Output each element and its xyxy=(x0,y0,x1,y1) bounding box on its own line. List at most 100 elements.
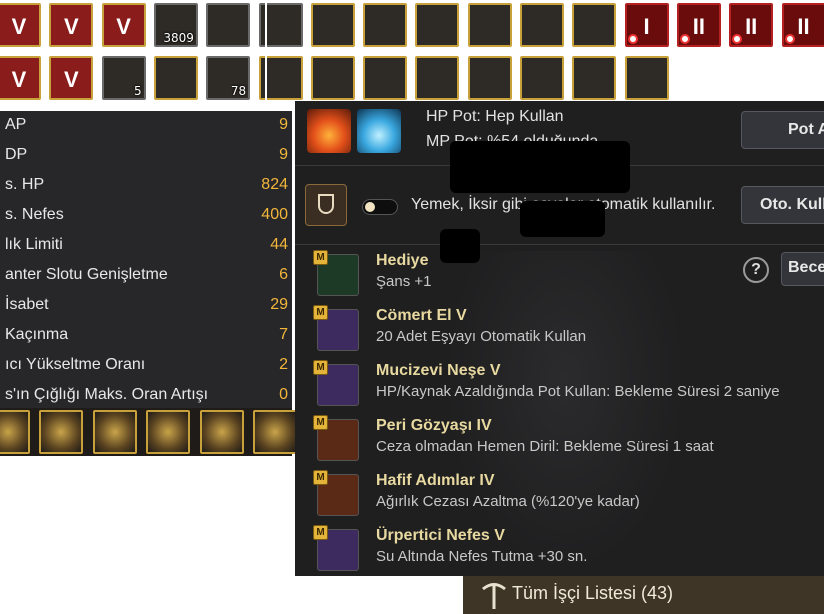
skill-description: Şans +1 xyxy=(376,273,432,290)
equipment-slot[interactable] xyxy=(253,410,297,454)
stat-label: DP xyxy=(5,146,28,163)
worker-list-label: Tüm İşçi Listesi (43) xyxy=(512,583,674,603)
stat-label: ıcı Yükseltme Oranı xyxy=(5,356,146,373)
stat-row: Kaçınma 7 xyxy=(0,322,292,352)
stat-label: s. HP xyxy=(5,176,45,193)
no-entry-icon xyxy=(627,34,638,44)
stat-label: lık Limiti xyxy=(5,236,63,253)
box-icon-6[interactable] xyxy=(520,56,564,100)
stat-value: 0 xyxy=(279,386,288,403)
auto-use-toggle[interactable] xyxy=(362,199,398,215)
stat-row: DP 9 xyxy=(0,142,292,172)
equipment-slot[interactable] xyxy=(146,410,191,454)
no-entry-icon xyxy=(784,34,795,44)
stat-value: 6 xyxy=(279,266,288,283)
v-sword-scroll-icon[interactable]: V xyxy=(101,3,146,47)
inventory-divider xyxy=(265,0,267,103)
arrow-up-potion-icon-2[interactable]: V xyxy=(49,3,94,47)
skill-item: M Mucizevi Neşe V HP/Kaynak Azaldığında Po… xyxy=(295,360,824,416)
skill-name: Hediye xyxy=(376,252,429,269)
arrow-up-potion-icon[interactable]: V xyxy=(0,3,41,47)
silver-orb-icon[interactable]: 5 xyxy=(101,56,146,100)
stat-label: İsabet xyxy=(5,296,49,313)
skill-name: Mucizevi Neşe V xyxy=(376,362,501,379)
box-icon-5[interactable] xyxy=(467,56,512,100)
equipment-slot[interactable] xyxy=(39,410,84,454)
flask-gear-icon xyxy=(318,194,334,214)
skill-name: Ürpertici Nefes V xyxy=(376,527,505,544)
skill-name: Hafif Adımlar IV xyxy=(376,472,495,489)
red-v-gem-icon[interactable]: V xyxy=(49,56,94,100)
master-badge-icon: M xyxy=(313,360,328,375)
red-scroll-i-icon[interactable]: I xyxy=(624,3,669,47)
slot-glyph: V xyxy=(116,14,131,39)
stats-panel: AP 9 DP 9 s. HP 824 s. Nefes 400 lık Limiti 44 ant… xyxy=(0,111,292,408)
redaction-block-3 xyxy=(520,201,605,237)
stat-value: 29 xyxy=(270,296,288,313)
pickaxe-icon xyxy=(482,583,506,609)
slot-glyph: V xyxy=(63,14,79,39)
master-badge-icon: M xyxy=(313,250,328,265)
redaction-block xyxy=(450,141,630,193)
high-heel-shoe-icon[interactable] xyxy=(310,3,355,47)
skill-item: M Cömert El V 20 Adet Eşyayı Otomatik Kull… xyxy=(295,305,824,361)
redaction-block-2 xyxy=(440,229,480,263)
stat-label: AP xyxy=(5,116,27,133)
slot-count: 3809 xyxy=(163,31,194,45)
purple-gift-box-icon-2[interactable] xyxy=(520,3,564,47)
stat-value: 824 xyxy=(261,176,288,193)
skill-name: Peri Gözyaşı IV xyxy=(376,417,492,434)
auto-use-button[interactable]: Oto. Kull xyxy=(741,186,824,224)
pot-settings-button[interactable]: Pot A xyxy=(741,111,824,149)
stat-value: 9 xyxy=(279,146,288,163)
skill-description: HP/Kaynak Azaldığında Pot Kullan: Beklem… xyxy=(376,383,780,400)
purple-gift-box-icon[interactable] xyxy=(467,3,512,47)
empty-slot-icon[interactable] xyxy=(206,3,251,47)
skill-description: 20 Adet Eşyayı Otomatik Kullan xyxy=(376,328,587,345)
bottom-equipment-slots xyxy=(0,408,297,456)
stat-row: lık Limiti 44 xyxy=(0,232,292,262)
mp-potion-icon[interactable] xyxy=(357,109,401,153)
white-ore-icon[interactable]: 78 xyxy=(206,56,251,100)
skill-item: M Hediye Şans +1 xyxy=(295,250,824,306)
inventory-row-second: V V 5 78 xyxy=(0,53,669,103)
skull-medal-icon[interactable] xyxy=(363,3,408,47)
no-entry-icon xyxy=(679,34,690,44)
stat-value: 44 xyxy=(270,236,288,253)
stat-label: s. Nefes xyxy=(5,206,64,223)
hp-pot-text: HP Pot: Hep Kullan xyxy=(426,108,564,125)
equipment-slot[interactable] xyxy=(0,410,30,454)
stat-value: 400 xyxy=(261,206,288,223)
treasure-chest-icon[interactable] xyxy=(415,3,460,47)
green-herb-icon[interactable] xyxy=(153,56,198,100)
stat-label: anter Slotu Genişletme xyxy=(5,266,168,283)
red-v-orb-icon[interactable]: V xyxy=(0,56,41,100)
worker-settings-panel: HP Pot: Hep Kullan MP Pot: %54 olduğunda… xyxy=(295,101,824,576)
auto-use-icon xyxy=(305,184,347,226)
stat-label: Kaçınma xyxy=(5,326,69,343)
auto-use-divider xyxy=(295,244,824,245)
slot-count: 5 xyxy=(133,84,142,98)
box-icon-8[interactable] xyxy=(624,56,669,100)
skill-item: M Ürpertici Nefes V Su Altında Nefes Tutma… xyxy=(295,525,824,576)
horn-icon[interactable] xyxy=(572,3,617,47)
box-icon-3[interactable] xyxy=(363,56,408,100)
hp-potion-icon[interactable] xyxy=(307,109,351,153)
skill-description: Ağırlık Cezası Azaltma (%120'ye kadar) xyxy=(376,493,640,510)
master-badge-icon: M xyxy=(313,305,328,320)
worker-list-bar[interactable]: Tüm İşçi Listesi (43) xyxy=(463,576,824,614)
slot-count: 78 xyxy=(230,84,247,98)
equipment-slot[interactable] xyxy=(199,410,244,454)
red-scroll-ii-icon-3[interactable]: II xyxy=(781,3,824,47)
box-icon-2[interactable] xyxy=(310,56,355,100)
equipment-slot[interactable] xyxy=(92,410,137,454)
red-scroll-ii-icon-2[interactable]: II xyxy=(729,3,774,47)
stat-row: anter Slotu Genişletme 6 xyxy=(0,262,292,292)
crystal-sword-icon[interactable]: 3809 xyxy=(153,3,198,47)
box-icon-4[interactable] xyxy=(415,56,460,100)
stat-label: s'ın Çığlığı Maks. Oran Artışı xyxy=(5,386,209,403)
master-badge-icon: M xyxy=(313,470,328,485)
box-icon-7[interactable] xyxy=(572,56,617,100)
red-scroll-ii-icon[interactable]: II xyxy=(676,3,721,47)
no-entry-icon xyxy=(732,34,743,44)
